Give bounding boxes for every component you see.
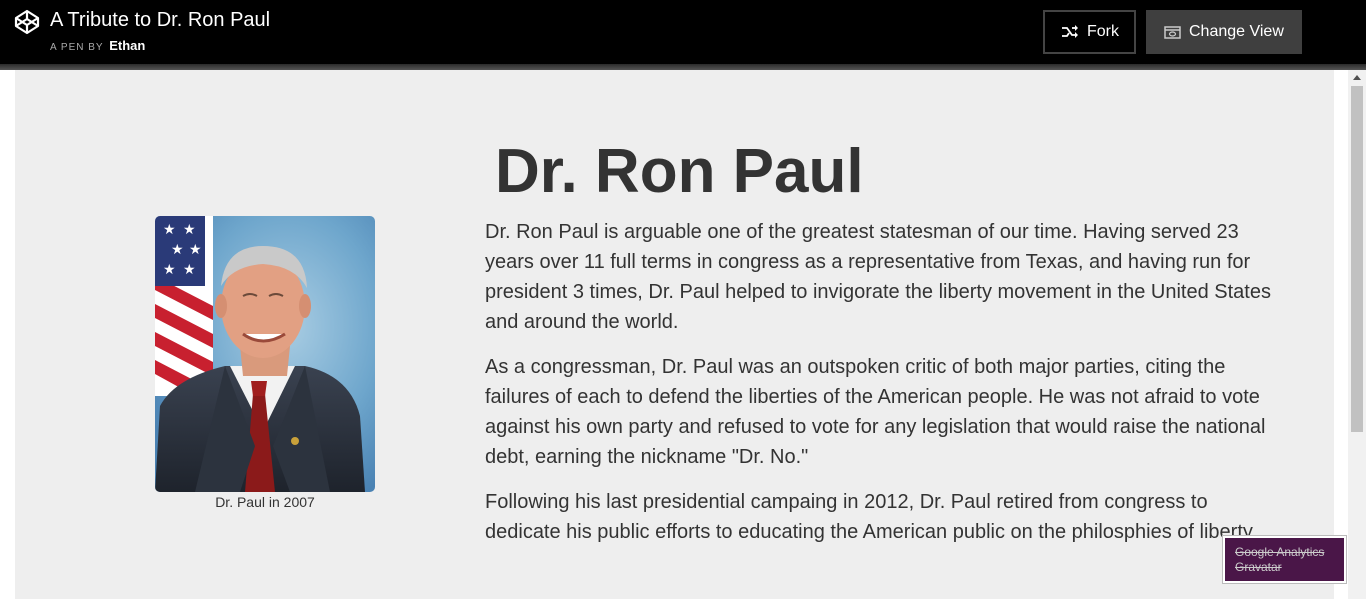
article-body: Dr. Ron Paul is arguable one of the grea… — [485, 217, 1285, 562]
paragraph: As a congressman, Dr. Paul was an outspo… — [485, 356, 1266, 468]
fork-button[interactable]: Fork — [1043, 10, 1136, 54]
svg-text:★: ★ — [163, 262, 176, 278]
badge-line: Gravatar — [1235, 560, 1282, 574]
view-icon — [1164, 26, 1181, 39]
right-gutter — [1334, 70, 1348, 599]
scrollbar[interactable] — [1348, 70, 1366, 599]
svg-text:★: ★ — [183, 222, 196, 238]
badge-line: Google Analytics — [1235, 545, 1325, 559]
left-gutter — [0, 70, 15, 599]
page-heading: Dr. Ron Paul — [495, 137, 864, 206]
change-view-label: Change View — [1189, 23, 1284, 40]
preview-frame: Dr. Ron Paul ★ ★ ★ ★ ★ ★ Dr. Paul in 200… — [15, 70, 1334, 599]
svg-text:★: ★ — [183, 262, 196, 278]
svg-text:★: ★ — [189, 242, 202, 258]
fork-icon — [1062, 25, 1078, 38]
portrait-image: ★ ★ ★ ★ ★ ★ — [155, 216, 375, 492]
pen-by-label: A PEN BY — [50, 42, 104, 53]
fork-label: Fork — [1087, 23, 1119, 40]
pen-title: A Tribute to Dr. Ron Paul — [50, 9, 271, 31]
photo-caption: Dr. Paul in 2007 — [215, 494, 315, 510]
scroll-up-arrow-icon[interactable] — [1348, 70, 1366, 86]
analytics-badge[interactable]: Google Analytics Gravatar — [1223, 536, 1346, 583]
top-bar: A Tribute to Dr. Ron Paul A PEN BY Ethan… — [0, 0, 1366, 64]
codepen-logo-icon[interactable] — [14, 9, 40, 35]
change-view-button[interactable]: Change View — [1146, 10, 1302, 54]
svg-text:★: ★ — [163, 222, 176, 238]
author-link[interactable]: Ethan — [109, 38, 145, 53]
svg-text:★: ★ — [171, 242, 184, 258]
portrait-photo: ★ ★ ★ ★ ★ ★ — [155, 216, 375, 492]
flag-icon: ★ ★ ★ ★ ★ ★ — [155, 216, 213, 396]
paragraph: Following his last presidential campaing… — [485, 491, 1257, 543]
paragraph: Dr. Ron Paul is arguable one of the grea… — [485, 221, 1271, 333]
scrollbar-thumb[interactable] — [1351, 86, 1363, 432]
pen-byline: A PEN BY Ethan — [50, 39, 145, 55]
